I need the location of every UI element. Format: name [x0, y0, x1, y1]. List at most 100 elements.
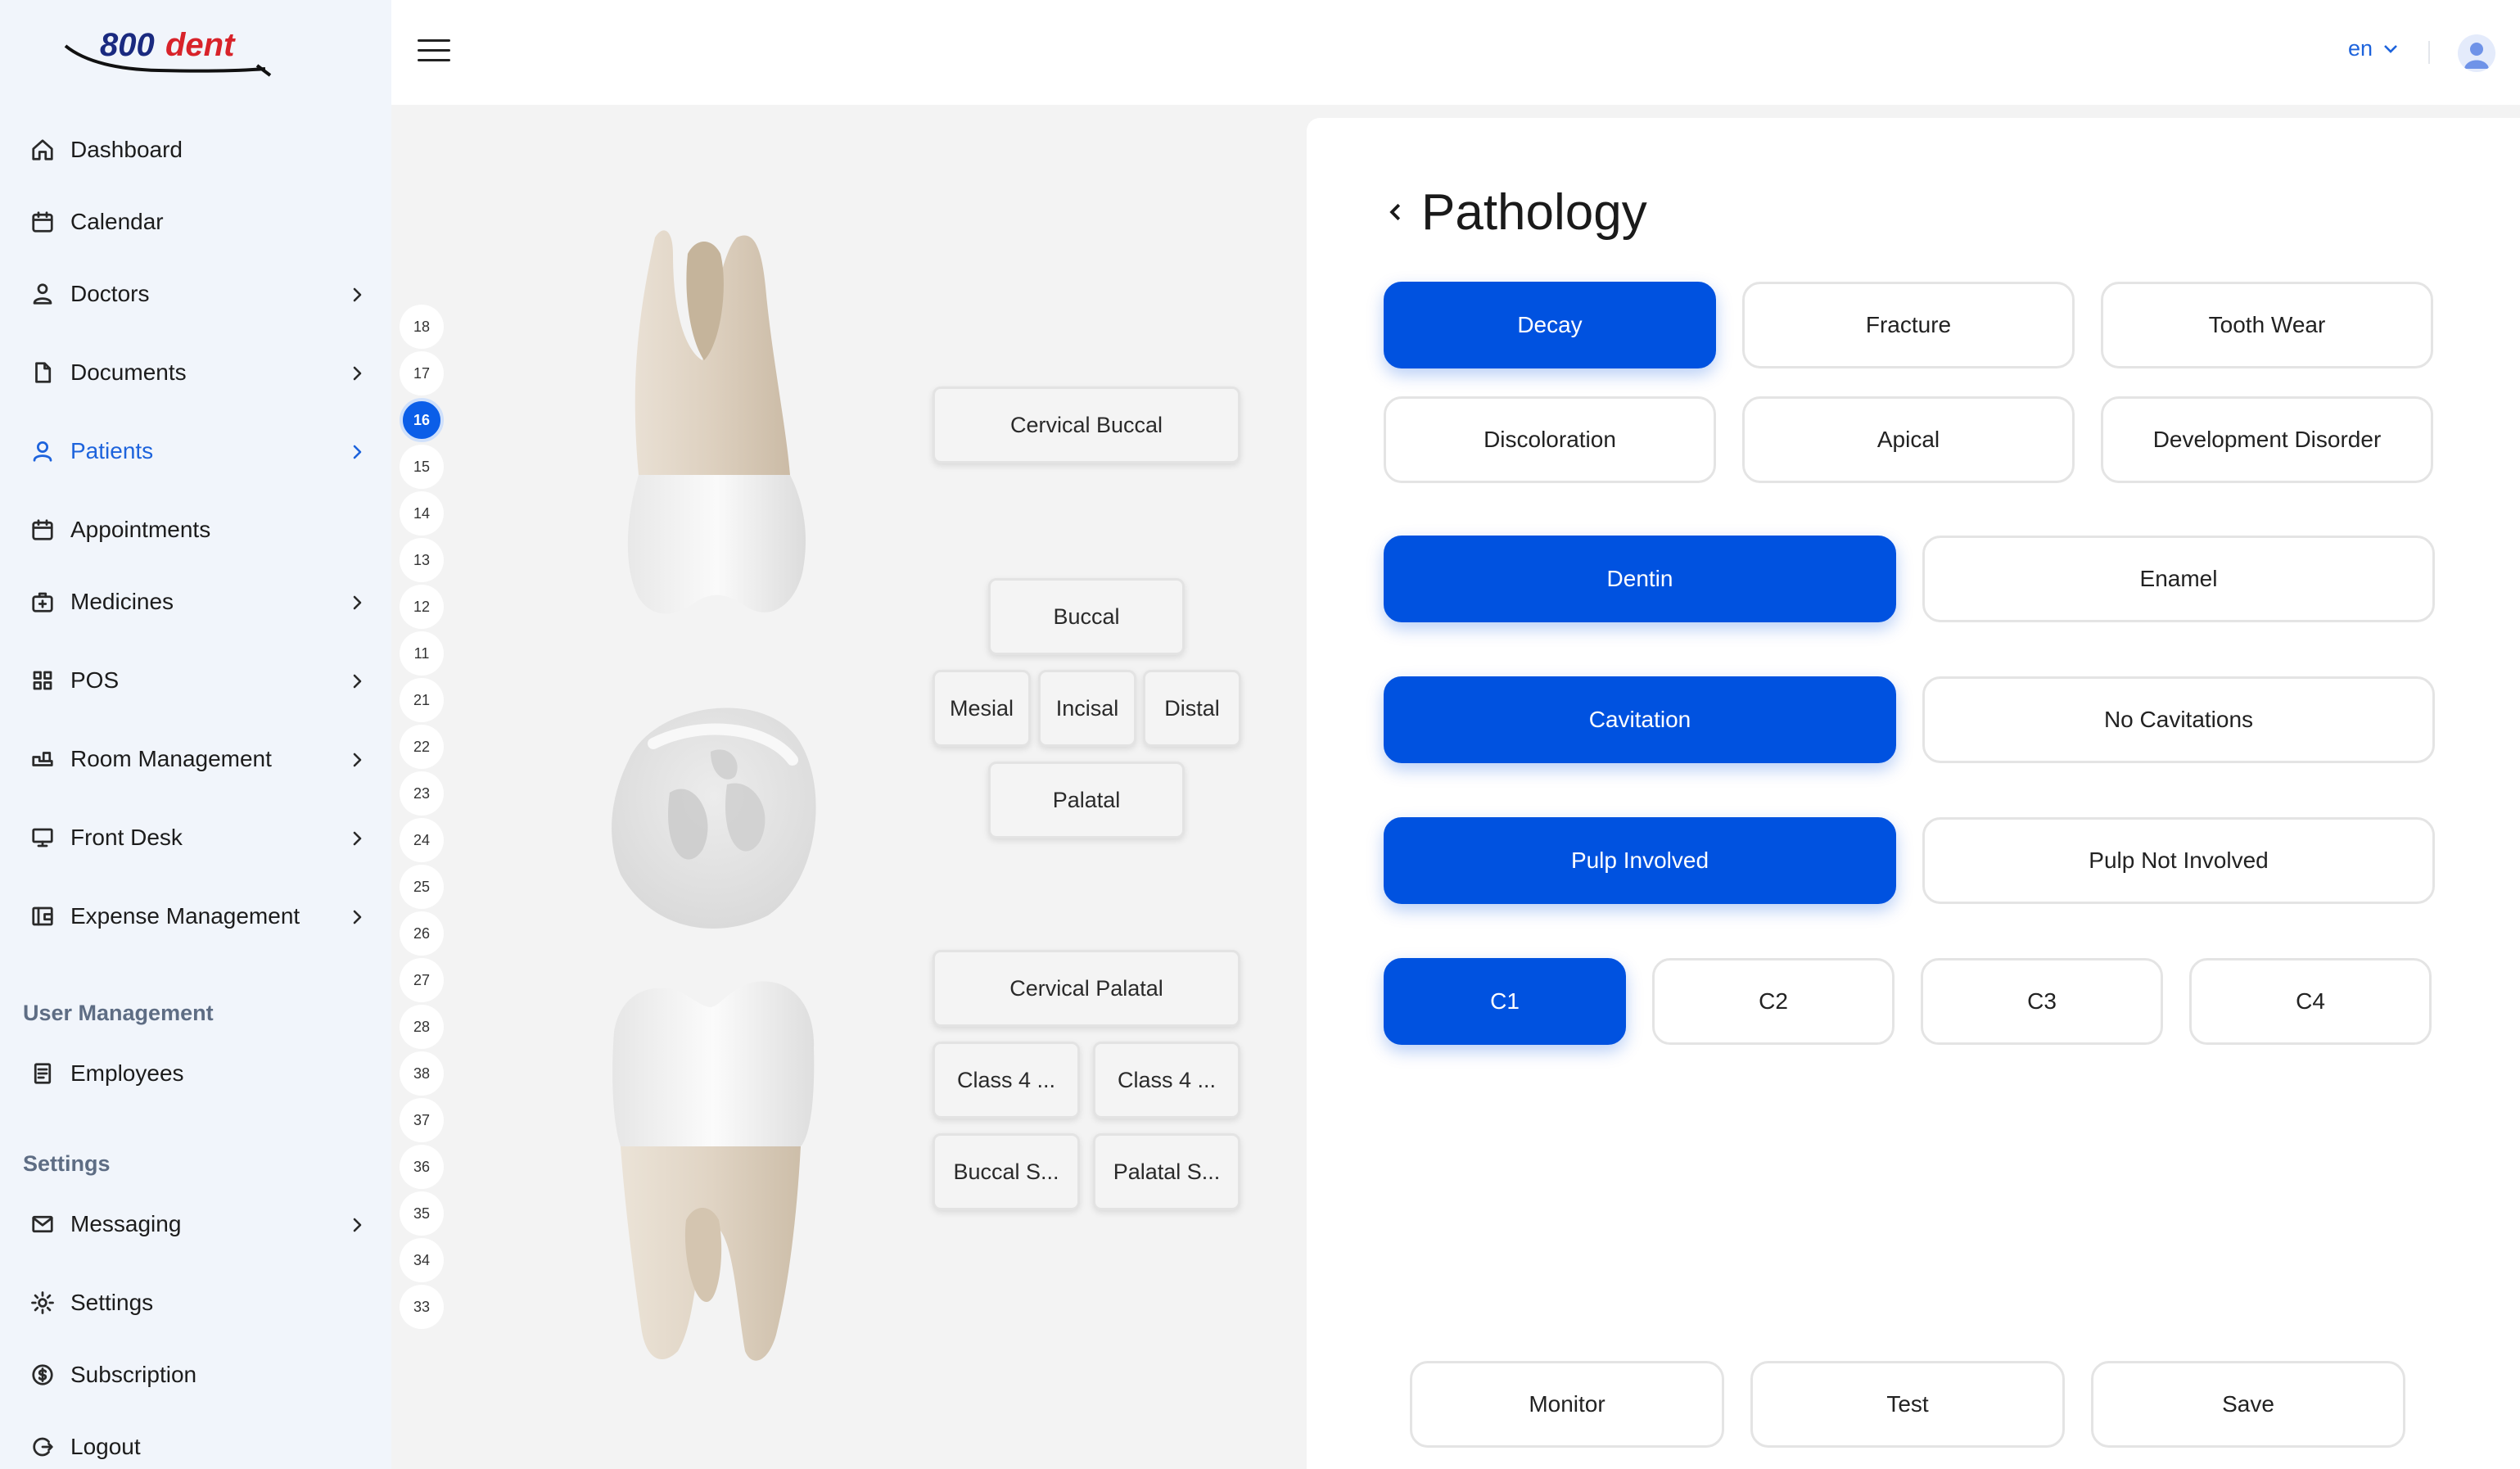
sidebar-item-label: Dashboard: [70, 137, 183, 162]
chevron-right-icon: [347, 592, 367, 612]
surface-class4-distal-button[interactable]: Class 4 ...: [1093, 1042, 1240, 1119]
chevron-right-icon: [347, 671, 367, 690]
tooth-number-24[interactable]: 24: [400, 818, 444, 862]
sidebar-item-label: Messaging: [70, 1211, 182, 1236]
pulp-not-involved-button[interactable]: Pulp Not Involved: [1922, 817, 2435, 904]
language-label: en: [2348, 36, 2373, 61]
section-user-management: User Management: [23, 1001, 214, 1025]
sidebar-item-expense-management[interactable]: Expense Management: [23, 892, 367, 941]
tooth-number-12[interactable]: 12: [400, 585, 444, 629]
sidebar-item-employees[interactable]: Employees: [23, 1049, 367, 1098]
sidebar-item-front-desk[interactable]: Front Desk: [23, 813, 367, 862]
surface-palatal-s-button[interactable]: Palatal S...: [1093, 1133, 1240, 1210]
tooth-number-25[interactable]: 25: [400, 865, 444, 909]
class-c2-button[interactable]: C2: [1652, 958, 1895, 1045]
surface-class4-mesial-button[interactable]: Class 4 ...: [933, 1042, 1080, 1119]
class-c4-button[interactable]: C4: [2189, 958, 2432, 1045]
pathology-panel: Pathology Decay Fracture Tooth Wear Disc…: [1307, 118, 2520, 1469]
pathology-tooth-wear-button[interactable]: Tooth Wear: [2101, 282, 2433, 368]
sidebar-item-label: Subscription: [70, 1362, 197, 1387]
tooth-number-33[interactable]: 33: [400, 1285, 444, 1329]
surface-incisal-button[interactable]: Incisal: [1038, 670, 1136, 747]
depth-dentin-button[interactable]: Dentin: [1384, 536, 1896, 622]
avatar[interactable]: [2458, 34, 2495, 72]
brand-logo[interactable]: 800 dent: [61, 21, 273, 80]
pathology-decay-button[interactable]: Decay: [1384, 282, 1716, 368]
tooth-number-14[interactable]: 14: [400, 491, 444, 536]
pathology-apical-button[interactable]: Apical: [1742, 396, 2075, 483]
tooth-palatal-view-image: [604, 974, 824, 1376]
menu-toggle-icon[interactable]: [418, 34, 450, 67]
surface-distal-button[interactable]: Distal: [1143, 670, 1241, 747]
chevron-right-icon: [347, 749, 367, 769]
tooth-number-34[interactable]: 34: [400, 1238, 444, 1282]
chevron-right-icon: [347, 1214, 367, 1234]
pathology-discoloration-button[interactable]: Discoloration: [1384, 396, 1716, 483]
tooth-number-22[interactable]: 22: [400, 725, 444, 769]
depth-enamel-button[interactable]: Enamel: [1922, 536, 2435, 622]
no-cavitations-button[interactable]: No Cavitations: [1922, 676, 2435, 763]
tooth-number-38[interactable]: 38: [400, 1051, 444, 1096]
tooth-number-13[interactable]: 13: [400, 538, 444, 582]
pathology-development-disorder-button[interactable]: Development Disorder: [2101, 396, 2433, 483]
clipboard-icon: [23, 1054, 62, 1093]
surface-buccal-s-button[interactable]: Buccal S...: [933, 1133, 1080, 1210]
back-chevron-icon[interactable]: [1384, 200, 1408, 224]
sidebar-item-messaging[interactable]: Messaging: [23, 1200, 367, 1249]
chevron-down-icon: [2384, 44, 2397, 53]
sidebar-item-room-management[interactable]: Room Management: [23, 734, 367, 784]
chevron-right-icon: [347, 828, 367, 848]
tooth-number-15[interactable]: 15: [400, 445, 444, 489]
room-icon: [23, 739, 62, 779]
class-c1-button[interactable]: C1: [1384, 958, 1626, 1045]
sidebar-item-label: Logout: [70, 1434, 141, 1459]
sidebar-item-medicines[interactable]: Medicines: [23, 577, 367, 626]
tooth-number-36[interactable]: 36: [400, 1145, 444, 1189]
divider: [2428, 41, 2430, 64]
save-button[interactable]: Save: [2091, 1361, 2405, 1448]
svg-text:dent: dent: [165, 27, 236, 63]
pulp-involved-button[interactable]: Pulp Involved: [1384, 817, 1896, 904]
cavitation-button[interactable]: Cavitation: [1384, 676, 1896, 763]
tooth-number-28[interactable]: 28: [400, 1005, 444, 1049]
tooth-number-16[interactable]: 16: [400, 398, 444, 442]
sidebar-item-subscription[interactable]: Subscription: [23, 1350, 367, 1399]
surface-mesial-button[interactable]: Mesial: [933, 670, 1031, 747]
sidebar-item-dashboard[interactable]: Dashboard: [23, 125, 367, 174]
monitor-button[interactable]: Monitor: [1410, 1361, 1724, 1448]
sidebar-item-documents[interactable]: Documents: [23, 348, 367, 397]
wallet-icon: [23, 897, 62, 936]
tooth-number-27[interactable]: 27: [400, 958, 444, 1002]
surface-cervical-buccal-button[interactable]: Cervical Buccal: [933, 386, 1240, 463]
dollar-icon: [23, 1355, 62, 1394]
sidebar-item-settings[interactable]: Settings: [23, 1278, 367, 1327]
sidebar-item-logout[interactable]: Logout: [23, 1422, 367, 1469]
tooth-number-35[interactable]: 35: [400, 1191, 444, 1236]
tooth-number-26[interactable]: 26: [400, 911, 444, 956]
tooth-number-17[interactable]: 17: [400, 351, 444, 396]
tooth-number-23[interactable]: 23: [400, 771, 444, 816]
tooth-number-21[interactable]: 21: [400, 678, 444, 722]
class-c3-button[interactable]: C3: [1921, 958, 2163, 1045]
sidebar-item-label: Patients: [70, 438, 154, 463]
tooth-number-37[interactable]: 37: [400, 1098, 444, 1142]
test-button[interactable]: Test: [1750, 1361, 2065, 1448]
language-selector[interactable]: en: [2348, 36, 2400, 61]
user-icon: [23, 432, 62, 471]
sidebar-item-doctors[interactable]: Doctors: [23, 269, 367, 319]
tooth-number-11[interactable]: 11: [400, 631, 444, 676]
gear-icon: [23, 1283, 62, 1322]
tooth-number-18[interactable]: 18: [400, 305, 444, 349]
mail-icon: [23, 1205, 62, 1244]
surface-palatal-button[interactable]: Palatal: [988, 762, 1185, 838]
pathology-fracture-button[interactable]: Fracture: [1742, 282, 2075, 368]
sidebar-item-patients[interactable]: Patients: [23, 427, 367, 476]
medkit-icon: [23, 582, 62, 622]
surface-buccal-button[interactable]: Buccal: [988, 578, 1185, 655]
sidebar-item-calendar[interactable]: Calendar: [23, 197, 367, 246]
surface-cervical-palatal-button[interactable]: Cervical Palatal: [933, 950, 1240, 1027]
sidebar: 800 dent Dashboard Calendar Doctors Docu…: [0, 0, 391, 1469]
sidebar-item-pos[interactable]: POS: [23, 656, 367, 705]
sidebar-item-appointments[interactable]: Appointments: [23, 505, 367, 554]
svg-text:800: 800: [100, 27, 155, 63]
